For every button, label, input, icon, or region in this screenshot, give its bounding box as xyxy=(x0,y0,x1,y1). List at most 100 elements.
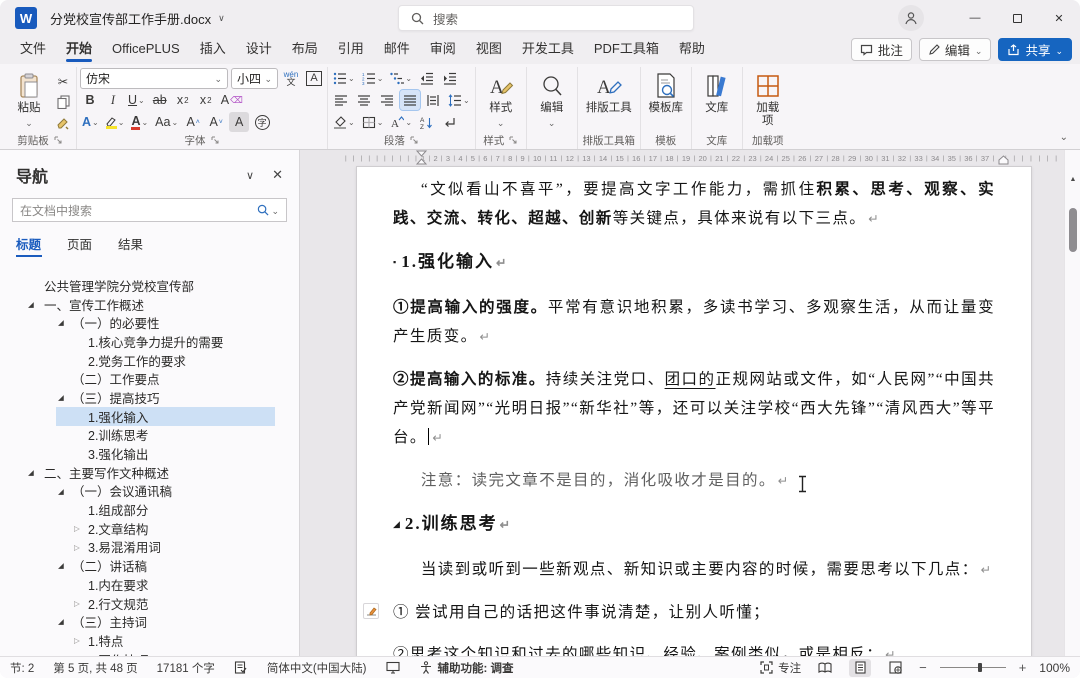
font-color-button[interactable]: A⌄ xyxy=(129,112,150,132)
doc-heading[interactable]: ◢2.训练思考↵ xyxy=(393,509,995,540)
menu-tab-文件[interactable]: 文件 xyxy=(10,36,56,64)
menu-tab-邮件[interactable]: 邮件 xyxy=(374,36,420,64)
display-settings-status[interactable] xyxy=(386,661,400,674)
scrollbar-thumb[interactable] xyxy=(1069,208,1077,252)
nav-item[interactable]: ▷1.特点 xyxy=(0,631,299,650)
doc-paragraph[interactable]: ①提高输入的强度。平常有意识地积累，多读书学习、多观察生活，从而让量变产生质变。… xyxy=(393,293,995,352)
nav-tab-页面[interactable]: 页面 xyxy=(67,234,92,256)
align-center-button[interactable] xyxy=(354,90,374,110)
nav-item[interactable]: 1.内在要求 xyxy=(0,575,299,594)
character-shading-button[interactable]: A xyxy=(229,112,249,132)
phonetic-guide-button[interactable]: wén文 xyxy=(281,68,301,88)
nav-item[interactable]: ◢（三）提高技巧 xyxy=(0,388,299,407)
multilevel-list-button[interactable]: ⌄ xyxy=(388,68,414,88)
nav-item[interactable]: 1.核心竞争力提升的需要 xyxy=(0,332,299,351)
grow-font-button[interactable]: A˄ xyxy=(183,112,203,132)
zoom-in-button[interactable]: + xyxy=(1019,660,1027,675)
doc-paragraph[interactable]: 注意：读完文章不是目的，消化吸收才是目的。↵ xyxy=(393,466,995,496)
collapse-arrow-icon[interactable]: ◢ xyxy=(58,561,64,570)
nav-tab-结果[interactable]: 结果 xyxy=(118,234,143,256)
sort-button[interactable]: AZ xyxy=(417,112,437,132)
menu-tab-帮助[interactable]: 帮助 xyxy=(669,36,715,64)
editing-button[interactable]: 编辑 xyxy=(530,67,574,133)
clipboard-dialog-launcher[interactable] xyxy=(54,136,63,145)
collapse-arrow-icon[interactable]: ◢ xyxy=(58,617,64,626)
strikethrough-button[interactable]: ab xyxy=(150,90,170,110)
menu-tab-插入[interactable]: 插入 xyxy=(190,36,236,64)
collapse-arrow-icon[interactable]: ◢ xyxy=(58,318,64,327)
minimize-button[interactable]: — xyxy=(954,0,996,36)
doc-paragraph[interactable]: ②提高输入的标准。持续关注党口、团口的正规网站或文件，如“人民网”“中国共产党新… xyxy=(393,365,995,453)
menu-tab-OfficePLUS[interactable]: OfficePLUS xyxy=(102,36,190,64)
typeset-tool-button[interactable]: A 排版工具 xyxy=(581,67,637,133)
wenku-button[interactable]: 文库 xyxy=(695,67,739,133)
nav-search-icon[interactable] xyxy=(257,203,279,217)
indent-marker-left[interactable] xyxy=(416,150,427,165)
align-left-button[interactable] xyxy=(331,90,351,110)
shading-button[interactable]: ⌄ xyxy=(331,112,357,132)
nav-item[interactable]: ◢一、宣传工作概述 xyxy=(0,295,299,314)
menu-tab-布局[interactable]: 布局 xyxy=(282,36,328,64)
expand-arrow-icon[interactable]: ▷ xyxy=(74,599,80,608)
copy-button[interactable] xyxy=(53,92,73,112)
title-chevron-down-icon[interactable]: ∨ xyxy=(218,13,225,24)
addins-button[interactable]: 加载项 xyxy=(746,67,790,133)
expand-arrow-icon[interactable]: ▷ xyxy=(74,543,80,552)
read-mode-view-button[interactable] xyxy=(814,659,836,677)
paragraph-dialog-launcher[interactable] xyxy=(410,136,419,145)
close-button[interactable]: ✕ xyxy=(1038,0,1080,36)
font-name-select[interactable]: 仿宋 xyxy=(80,68,228,89)
status-text[interactable]: 第 5 页, 共 48 页 xyxy=(53,660,137,676)
doc-heading[interactable]: ▪1.强化输入↵ xyxy=(393,247,995,278)
menu-tab-审阅[interactable]: 审阅 xyxy=(420,36,466,64)
zoom-slider[interactable] xyxy=(940,667,1006,668)
zoom-out-button[interactable]: − xyxy=(919,660,927,675)
nav-item[interactable]: 2.党务工作的要求 xyxy=(0,351,299,370)
distributed-button[interactable] xyxy=(423,90,443,110)
menu-tab-引用[interactable]: 引用 xyxy=(328,36,374,64)
collapse-arrow-icon[interactable]: ◢ xyxy=(28,300,34,309)
character-border-button[interactable]: A xyxy=(304,68,324,88)
doc-paragraph[interactable]: ②思考这个知识和过去的哪些知识、经验、案例类似，或是相反；↵ xyxy=(393,640,995,656)
doc-paragraph[interactable]: “文似看山不喜平”，要提高文字工作能力，需抓住积累、思考、观察、实践、交流、转化… xyxy=(393,175,995,234)
nav-item[interactable]: ▷3.易混淆用词 xyxy=(0,538,299,557)
share-button[interactable]: 共享 xyxy=(998,38,1072,61)
shrink-font-button[interactable]: A˅ xyxy=(206,112,226,132)
nav-item[interactable]: 3.强化输出 xyxy=(0,444,299,463)
zoom-percent[interactable]: 100% xyxy=(1039,661,1070,675)
nav-item[interactable]: ◢二、主要写作文种概述 xyxy=(0,463,299,482)
account-button[interactable] xyxy=(898,5,924,31)
search-box[interactable]: 搜索 xyxy=(398,5,694,31)
nav-item[interactable]: 公共管理学院分党校宣传部 xyxy=(0,276,299,295)
nav-item[interactable]: 2.训练思考 xyxy=(0,426,299,445)
vertical-scrollbar[interactable]: ▲ xyxy=(1064,150,1080,656)
nav-item[interactable]: ◢（三）主持词 xyxy=(0,612,299,631)
expand-arrow-icon[interactable]: ▷ xyxy=(74,636,80,645)
italic-button[interactable]: I xyxy=(103,90,123,110)
nav-item[interactable]: ◢（一）会议通讯稿 xyxy=(0,482,299,501)
expand-arrow-icon[interactable]: ▷ xyxy=(74,524,80,533)
format-painter-button[interactable] xyxy=(53,113,73,133)
change-case-button[interactable]: Aa⌄ xyxy=(153,112,180,132)
font-dialog-launcher[interactable] xyxy=(211,136,220,145)
collapse-arrow-icon[interactable]: ◢ xyxy=(58,393,64,402)
track-changes-icon[interactable] xyxy=(363,603,379,619)
menu-tab-开发工具[interactable]: 开发工具 xyxy=(512,36,584,64)
styles-button[interactable]: A 样式 xyxy=(479,67,523,133)
nav-chevron-down-icon[interactable]: ∨ xyxy=(246,169,254,182)
justify-button[interactable] xyxy=(400,90,420,110)
status-text[interactable]: 节: 2 xyxy=(10,660,34,676)
borders-button[interactable]: ⌄ xyxy=(360,112,386,132)
decrease-indent-button[interactable] xyxy=(417,68,437,88)
nav-item[interactable]: ◢（二）讲话稿 xyxy=(0,556,299,575)
status-text[interactable]: 17181 个字 xyxy=(157,660,215,676)
character-scaling-button[interactable]: A⌄ xyxy=(388,112,414,132)
document-title[interactable]: 分党校宣传部工作手册.docx xyxy=(50,9,211,28)
menu-tab-开始[interactable]: 开始 xyxy=(56,36,102,64)
doc-paragraph[interactable]: 当读到或听到一些新观点、新知识或主要内容的时候，需要思考以下几点：↵ xyxy=(393,555,995,585)
proofing-status[interactable] xyxy=(234,661,248,674)
nav-item[interactable]: ▷2.文章结构 xyxy=(0,519,299,538)
print-layout-view-button[interactable] xyxy=(849,659,871,677)
heading-outline-marker-icon[interactable]: ◢ xyxy=(393,519,402,529)
nav-search-input[interactable]: 在文档中搜索 xyxy=(12,198,287,222)
